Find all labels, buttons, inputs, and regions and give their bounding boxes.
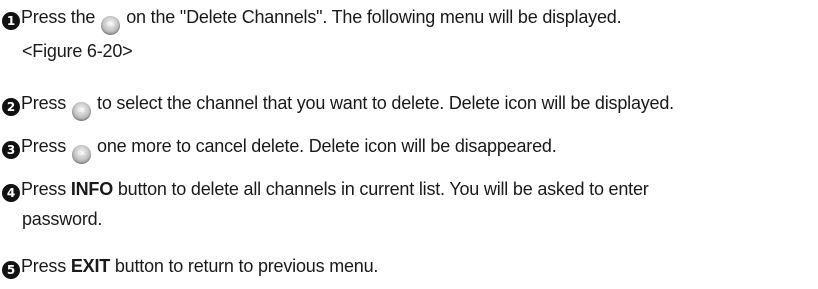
step-2-text-after: to select the channel that you want to d… xyxy=(97,93,674,113)
step-number-5-icon: 5 xyxy=(2,261,20,279)
step-4-text-after: button to delete all channels in current… xyxy=(117,179,649,199)
step-4: 4 Press INFO button to delete all channel… xyxy=(2,176,649,233)
step-4-continuation: password. xyxy=(22,209,103,229)
figure-reference: <Figure 6-20> xyxy=(22,41,133,61)
step-number-1-icon: 1 xyxy=(2,12,20,30)
step-1-text-after: on the "Delete Channels". The following … xyxy=(126,7,622,27)
info-button-label: INFO xyxy=(70,179,114,199)
step-2-text-before: Press xyxy=(21,93,67,113)
step-3-text-before: Press xyxy=(21,136,67,156)
ok-button-icon: OK xyxy=(72,102,92,121)
ok-button-icon: OK xyxy=(101,16,121,35)
step-number-4-icon: 4 xyxy=(2,184,20,202)
step-3: 3 Press OK one more to cancel delete. Delet… xyxy=(2,133,557,164)
step-5: 5 Press EXIT button to return to previous… xyxy=(2,253,378,280)
ok-button-icon: OK xyxy=(72,145,92,164)
step-3-text-after: one more to cancel delete. Delete icon w… xyxy=(97,136,557,156)
exit-button-label: EXIT xyxy=(70,256,111,276)
step-number-3-icon: 3 xyxy=(2,141,20,159)
step-1: 1 Press the OK on the "Delete Channels". Th… xyxy=(2,4,622,65)
step-number-2-icon: 2 xyxy=(2,98,20,116)
step-2: 2 Press OK to select the channel that you w… xyxy=(2,90,674,121)
step-4-text-before: Press xyxy=(21,179,67,199)
step-5-text-before: Press xyxy=(21,256,67,276)
step-5-text-after: button to return to previous menu. xyxy=(114,256,379,276)
step-1-text-before: Press the xyxy=(21,7,96,27)
